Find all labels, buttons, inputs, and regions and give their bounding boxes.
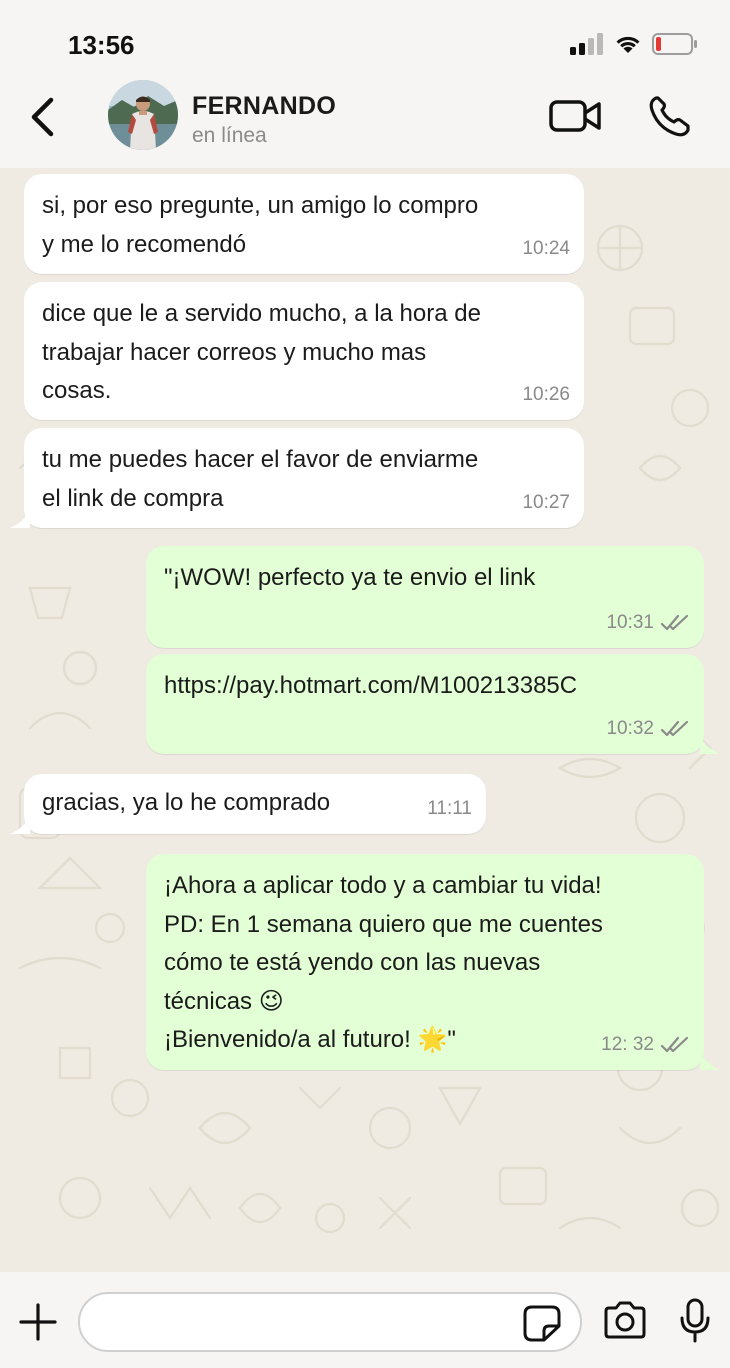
contact-status: en línea — [192, 124, 267, 147]
contact-name[interactable]: FERNANDO — [192, 92, 336, 121]
message-bubble-incoming[interactable]: dice que le a servido mucho, a la hora d… — [24, 282, 584, 420]
chat-area[interactable]: si, por eso pregunte, un amigo lo compro… — [0, 168, 730, 1272]
status-icons — [570, 30, 698, 58]
wifi-icon — [616, 36, 640, 53]
bubble-tail — [700, 736, 720, 754]
sticker-icon[interactable] — [522, 1304, 562, 1342]
double-check-icon — [660, 614, 689, 630]
input-bar — [0, 1272, 730, 1368]
message-time: 10:26 — [522, 383, 570, 405]
message-bubble-incoming[interactable]: tu me puedes hacer el favor de enviarme … — [24, 428, 584, 528]
phone-call-icon[interactable] — [646, 92, 694, 140]
plus-icon[interactable] — [18, 1302, 58, 1342]
message-time: 10:24 — [522, 237, 570, 259]
message-bubble-incoming[interactable]: gracias, ya lo he comprado 11:11 — [24, 774, 486, 834]
message-bubble-incoming[interactable]: si, por eso pregunte, un amigo lo compro… — [24, 174, 584, 274]
message-text: https://pay.hotmart.com/M100213385C — [164, 672, 578, 699]
back-arrow-icon[interactable] — [24, 94, 64, 140]
microphone-icon[interactable] — [678, 1298, 712, 1344]
message-bubble-outgoing[interactable]: https://pay.hotmart.com/M100213385C 10:3… — [146, 654, 704, 754]
double-check-icon — [660, 720, 689, 736]
message-input[interactable] — [78, 1292, 582, 1352]
message-time: 10:31 — [606, 611, 654, 633]
message-text: si, por eso pregunte, un amigo lo compro… — [42, 192, 479, 258]
message-time: 11:11 — [427, 797, 472, 819]
chat-header: FERNANDO en línea — [0, 76, 730, 168]
battery-icon — [652, 33, 697, 55]
status-time: 13:56 — [68, 30, 135, 60]
message-text: dice que le a servido mucho, a la hora d… — [42, 300, 481, 404]
bubble-tail — [10, 510, 30, 528]
video-call-icon[interactable] — [548, 96, 604, 136]
bubble-tail — [700, 1052, 720, 1070]
message-bubble-outgoing[interactable]: ¡Ahora a aplicar todo y a cambiar tu vid… — [146, 854, 704, 1070]
signal-icon — [570, 33, 603, 55]
message-text: tu me puedes hacer el favor de enviarme … — [42, 446, 479, 512]
message-time: 10:32 — [606, 717, 654, 739]
message-time: 12: 32 — [601, 1033, 654, 1055]
avatar[interactable] — [108, 80, 178, 150]
camera-icon[interactable] — [602, 1300, 648, 1340]
bubble-tail — [10, 816, 30, 834]
message-bubble-outgoing[interactable]: "¡WOW! perfecto ya te envio el link 10:3… — [146, 546, 704, 648]
status-bar: 13:56 — [0, 0, 730, 76]
double-check-icon — [660, 1036, 689, 1052]
message-text: "¡WOW! perfecto ya te envio el link — [164, 564, 536, 591]
message-time: 10:27 — [522, 491, 570, 513]
message-text: gracias, ya lo he comprado — [42, 789, 331, 816]
